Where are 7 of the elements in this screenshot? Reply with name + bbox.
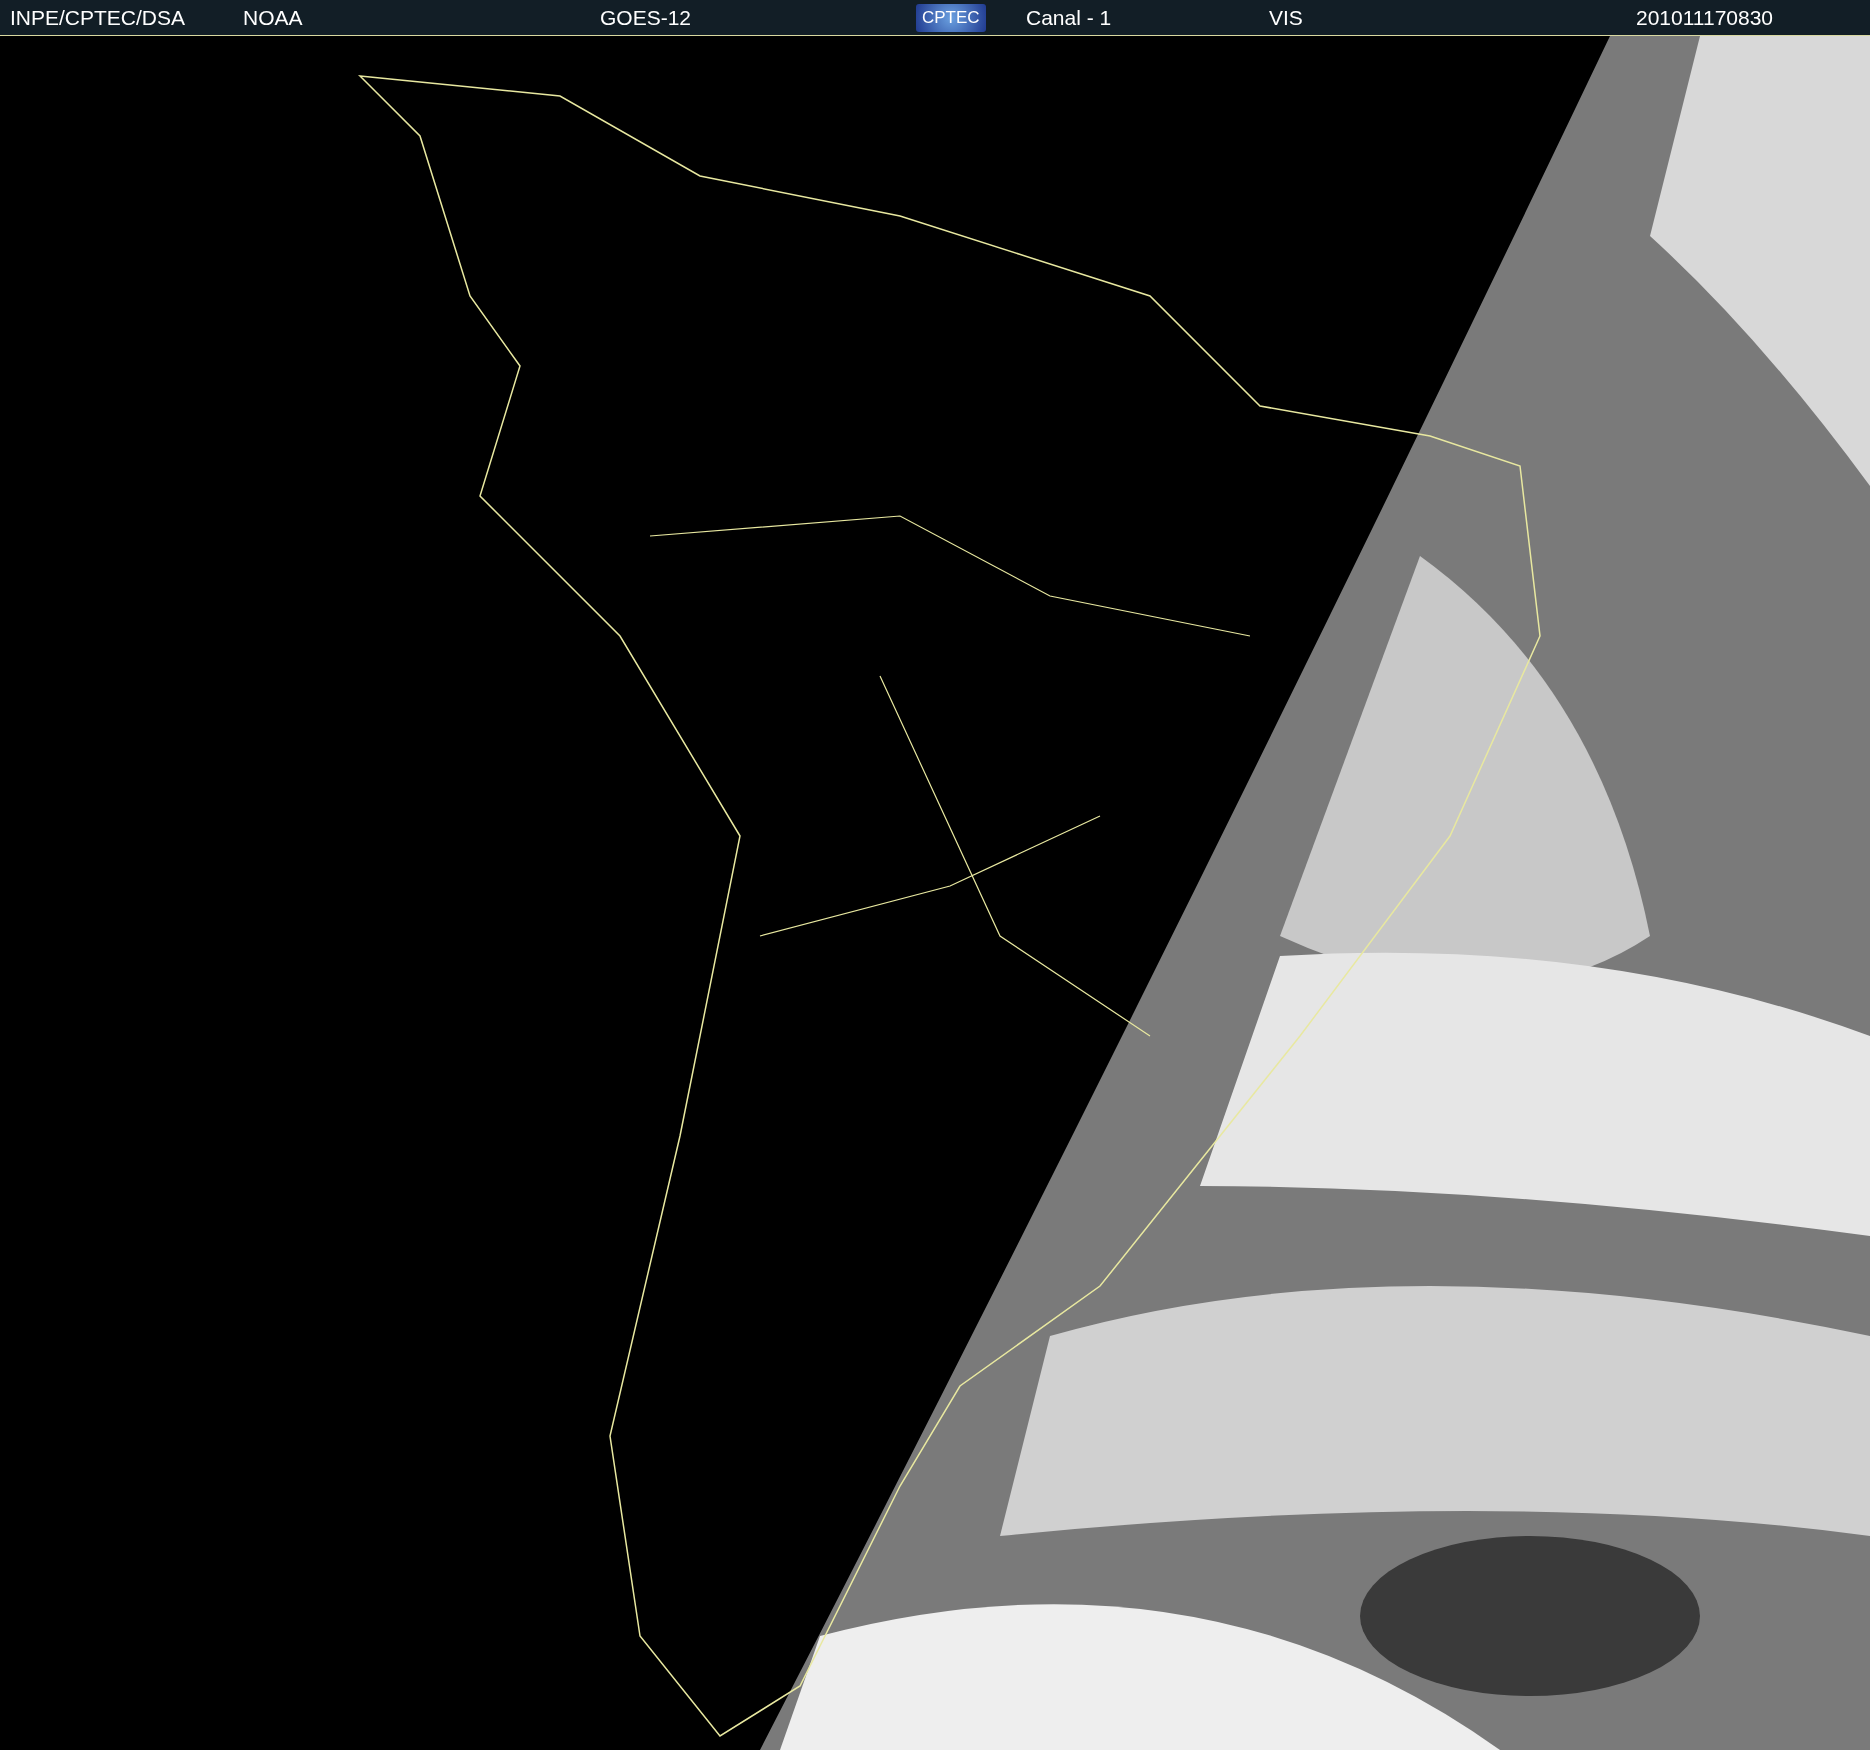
logo: CPTEC	[916, 3, 986, 32]
header-label: INPE/CPTEC/DSA	[10, 5, 186, 30]
header-label: 201011170830	[1636, 5, 1774, 30]
header-label: Canal - 1	[1026, 5, 1112, 30]
header-label: NOAA	[243, 5, 303, 30]
header-label: GOES-12	[600, 5, 692, 30]
header-label: VIS	[1269, 5, 1303, 30]
